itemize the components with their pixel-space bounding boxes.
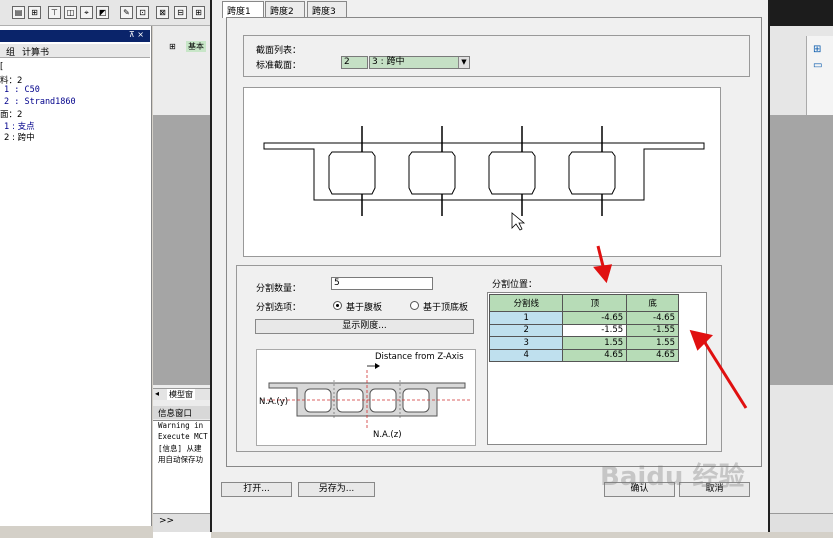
toolbar-icon[interactable]: ⊞ xyxy=(28,6,41,19)
tab-calc-book[interactable]: 计算书 xyxy=(22,45,49,58)
split-position-label: 分割位置： xyxy=(492,280,538,290)
radio-flange-label: 基于顶底板 xyxy=(423,303,469,313)
toolbar-icon[interactable]: ✎ xyxy=(120,6,133,19)
section-preview xyxy=(243,87,721,257)
tree-item[interactable]: 1 : C50 xyxy=(0,85,150,97)
toolbar-icon[interactable]: ⊟ xyxy=(174,6,187,19)
model-window-tabbar: ◂ 模型窗 xyxy=(153,388,211,400)
na-y-label: N.A.(y) xyxy=(259,397,289,407)
grid-icon[interactable]: ⊞ xyxy=(169,42,176,51)
save-as-button[interactable]: 另存为... xyxy=(298,482,375,497)
row-id: 4 xyxy=(488,348,564,362)
standard-section-select-value: 3 : 跨中 xyxy=(372,57,405,67)
row-id: 2 xyxy=(488,323,564,337)
command-prompt: >> xyxy=(159,516,175,526)
tree-panel-tabs: 组 计算书 xyxy=(0,44,150,58)
distance-label: Distance from Z-Axis xyxy=(375,352,464,362)
tab-span-1[interactable]: 跨度1 xyxy=(222,1,264,18)
right-panel-header xyxy=(770,0,833,26)
na-z-label: N.A.(z) xyxy=(373,430,402,440)
tree-item[interactable]: 面：2 xyxy=(0,108,150,120)
info-line: [信息] 从建 xyxy=(158,444,202,453)
tree-panel-header: ⊼ × xyxy=(0,30,150,42)
toolbar-icon[interactable]: ⊡ xyxy=(136,6,149,19)
radio-flange[interactable] xyxy=(410,301,419,310)
split-count-label: 分割数量： xyxy=(256,284,302,294)
box-girder-cross-section xyxy=(263,126,705,231)
row-id: 3 xyxy=(488,336,564,350)
standard-section-number[interactable]: 2 xyxy=(341,56,368,69)
toolbar-icon[interactable]: ⊠ xyxy=(156,6,169,19)
panel-close-icon[interactable]: ⊼ × xyxy=(129,30,144,39)
side-icon[interactable]: ▭ xyxy=(813,60,822,71)
info-line: 用自动保存功 xyxy=(158,455,203,464)
standard-section-label: 标准截面： xyxy=(256,61,302,71)
tab-span-3[interactable]: 跨度3 xyxy=(307,1,347,17)
toolbar-icon[interactable]: ⊞ xyxy=(192,6,205,19)
main-toolbar: ▤ ⊞ ⊤ ◫ ⌖ ◩ ✎ ⊡ ⊠ ⊟ ⊞ xyxy=(0,0,210,26)
right-grey-area xyxy=(770,115,833,385)
side-icon[interactable]: ⊞ xyxy=(813,44,821,55)
tree-item[interactable]: [ xyxy=(0,62,150,74)
info-window-title: 信息窗口 xyxy=(158,409,193,419)
open-button[interactable]: 打开... xyxy=(221,482,292,497)
tab-span-2[interactable]: 跨度2 xyxy=(265,1,305,17)
show-stiffness-button[interactable]: 显示刚度... xyxy=(255,319,474,334)
toolbar-icon[interactable]: ▤ xyxy=(12,6,25,19)
split-diagram-drawing xyxy=(262,363,472,430)
section-list-label: 截面列表： xyxy=(256,46,302,56)
info-line: Execute MCT xyxy=(158,432,208,441)
toolbar-icon[interactable]: ⌖ xyxy=(80,6,93,19)
tab-group[interactable]: 组 xyxy=(6,45,15,58)
standard-section-select[interactable]: 3 : 跨中 ▼ xyxy=(369,56,470,69)
basic-tab[interactable]: 基本 xyxy=(186,41,206,52)
split-count-input[interactable]: 5 xyxy=(331,277,433,290)
model-view-area xyxy=(153,115,211,385)
toolbar-icon[interactable]: ◫ xyxy=(64,6,77,19)
split-diagram: Distance from Z-Axis N.A.(y) N.A.(z) xyxy=(256,349,476,446)
tree-item[interactable]: 2 : Strand1860 xyxy=(0,97,150,109)
info-window-title-bar: 信息窗口 xyxy=(153,406,211,419)
toolbar-icon[interactable]: ◩ xyxy=(96,6,109,19)
chevron-down-icon[interactable]: ▼ xyxy=(458,57,469,68)
right-side-toolbar: ⊞ ▭ xyxy=(806,36,833,116)
radio-web[interactable] xyxy=(333,301,342,310)
toolbar-icon[interactable]: ⊤ xyxy=(48,6,61,19)
section-list-group xyxy=(243,35,750,77)
split-option-label: 分割选项： xyxy=(256,303,302,313)
watermark-logo: Baidu 经验 xyxy=(600,462,745,492)
tree-item[interactable]: 料：2 xyxy=(0,74,150,86)
annotation-arrows xyxy=(593,245,748,409)
tree-list: [料：2 1 : C50 2 : Strand1860 面：2 1 : 支点 2 : 跨中 xyxy=(0,62,150,143)
tab-scroll-left-icon[interactable]: ◂ xyxy=(155,389,159,398)
tab-model-window[interactable]: 模型窗 xyxy=(167,389,195,400)
column-header-line: 分割线 xyxy=(488,294,564,312)
info-line: Warning in xyxy=(158,421,204,430)
radio-web-label: 基于腹板 xyxy=(346,303,383,313)
row-id: 1 xyxy=(488,311,564,325)
tree-item[interactable]: 2 : 跨中 xyxy=(0,131,150,143)
tree-item[interactable]: 1 : 支点 xyxy=(0,120,150,132)
